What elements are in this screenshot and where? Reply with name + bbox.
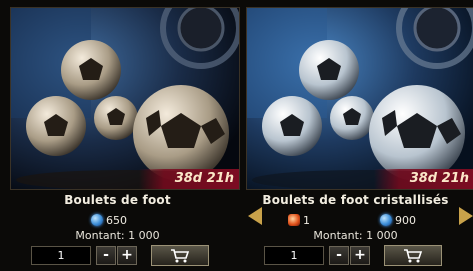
add-to-cart-button[interactable] bbox=[384, 245, 442, 266]
price-row-gem: 900 bbox=[380, 212, 416, 228]
next-arrow-icon[interactable] bbox=[459, 207, 473, 225]
price-value: 1 bbox=[303, 213, 310, 227]
quantity-input[interactable]: 1 bbox=[31, 246, 91, 265]
increase-quantity-button[interactable]: + bbox=[117, 246, 137, 265]
total-amount: Montant: 1 000 bbox=[75, 229, 160, 242]
quantity-input[interactable]: 1 bbox=[264, 246, 324, 265]
price-row-crystal: 1 bbox=[288, 212, 310, 228]
item-image-crystallized-footballs[interactable]: 38d 21h 19m bbox=[246, 7, 473, 190]
decrease-quantity-button[interactable]: - bbox=[96, 246, 116, 265]
total-amount: Montant: 1 000 bbox=[313, 229, 398, 242]
item-name: Boulets de foot cristallisés bbox=[262, 193, 449, 207]
price-row: 650 bbox=[91, 212, 127, 228]
item-image-footballs[interactable]: 38d 21h 19m bbox=[10, 7, 240, 190]
blue-gem-icon bbox=[91, 214, 103, 226]
time-remaining-badge: 38d 21h 19m bbox=[374, 169, 473, 189]
add-to-cart-button[interactable] bbox=[151, 245, 209, 266]
blue-gem-icon bbox=[380, 214, 392, 226]
increase-quantity-button[interactable]: + bbox=[350, 246, 370, 265]
shopping-cart-icon bbox=[171, 248, 190, 262]
price-value: 650 bbox=[106, 213, 127, 227]
item-name: Boulets de foot bbox=[64, 193, 171, 207]
red-crystal-icon bbox=[288, 214, 300, 226]
shop-item-card-1: 38d 21h 19m Boulets de foot 650 Montant:… bbox=[0, 0, 240, 271]
shop-item-card-2: 38d 21h 19m Boulets de foot cristallisés… bbox=[238, 0, 473, 271]
shopping-cart-icon bbox=[404, 248, 423, 262]
decrease-quantity-button[interactable]: - bbox=[329, 246, 349, 265]
price-value: 900 bbox=[395, 213, 416, 227]
time-remaining-badge: 38d 21h 19m bbox=[139, 169, 239, 189]
previous-arrow-icon[interactable] bbox=[248, 207, 262, 225]
